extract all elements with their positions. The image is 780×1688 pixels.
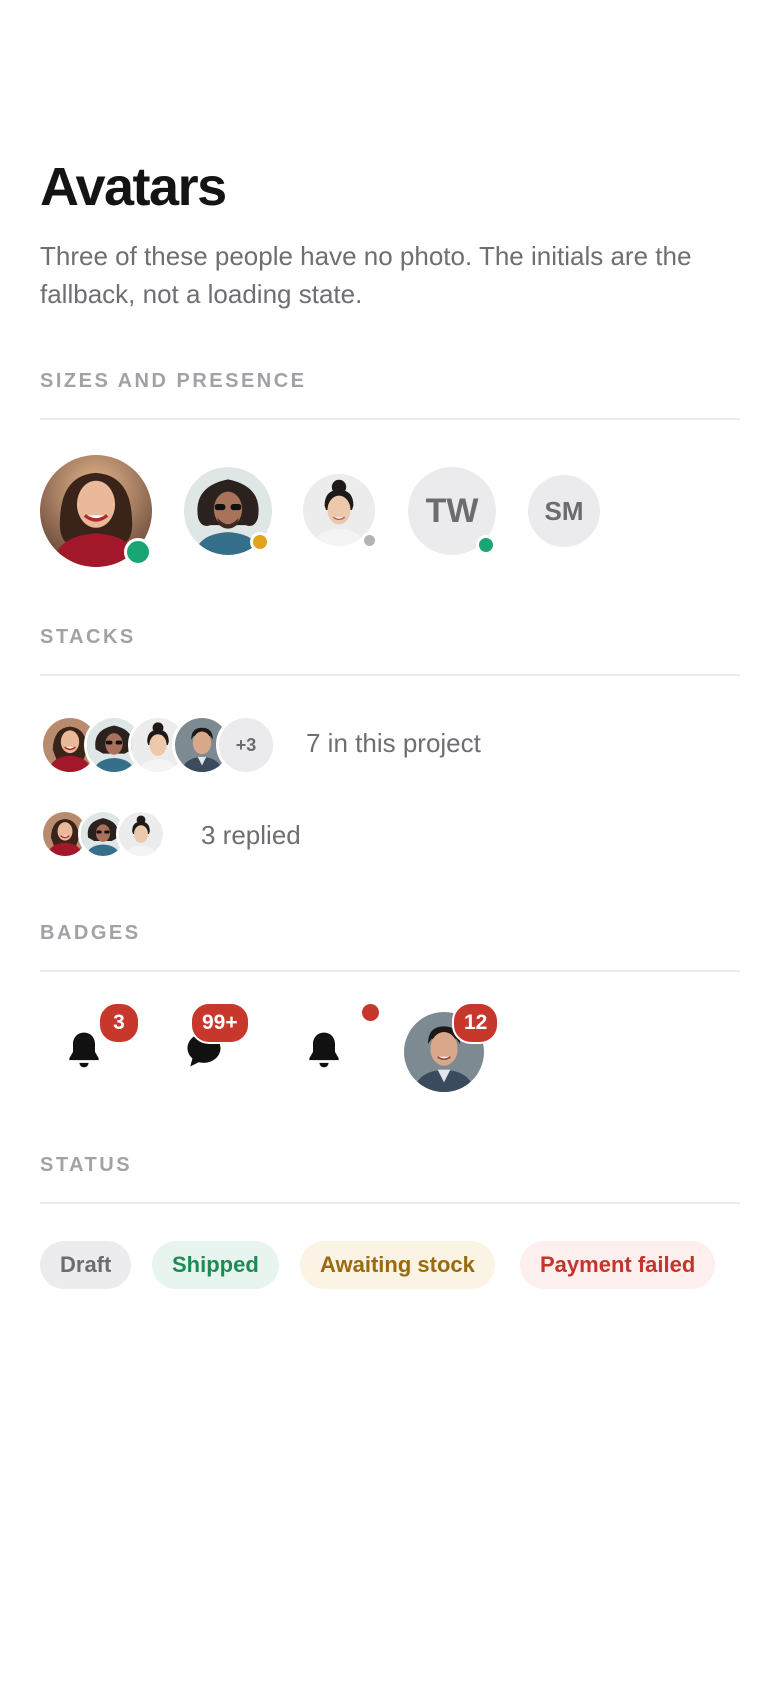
stack-label: 3 replied <box>201 820 301 850</box>
count-badge: 3 <box>98 1002 140 1044</box>
avatar-with-badge[interactable]: 12 <box>404 1002 500 1092</box>
notification-bell[interactable]: 3 <box>62 1002 140 1072</box>
section-label-sizes: SIZES AND PRESENCE <box>40 370 307 392</box>
stack-avatar <box>116 809 166 859</box>
page: Avatars Three of these people have no ph… <box>0 0 780 1688</box>
bell-icon <box>69 1032 99 1068</box>
section-divider <box>40 674 740 676</box>
notification-messages[interactable]: 99+ <box>182 1002 250 1072</box>
presence-dot-away <box>250 532 270 552</box>
stack-overflow-count[interactable]: +3 <box>216 715 276 775</box>
status-pill-payment-failed: Payment failed <box>520 1241 716 1289</box>
presence-dot-online <box>124 538 152 566</box>
count-badge: 99+ <box>190 1002 250 1044</box>
dot-badge <box>362 1004 379 1021</box>
status-pill-awaiting-stock: Awaiting stock <box>300 1241 495 1289</box>
status-pill-draft: Draft <box>40 1241 132 1289</box>
presence-dot-online <box>476 535 496 555</box>
page-title: Avatars <box>40 157 227 217</box>
page-intro: Three of these people have no photo. The… <box>40 241 692 309</box>
bell-icon <box>309 1032 339 1068</box>
count-badge: 12 <box>452 1002 500 1044</box>
section-divider <box>40 970 740 972</box>
status-pill-shipped: Shipped <box>152 1241 279 1289</box>
section-divider <box>40 1202 740 1204</box>
stack-label: 7 in this project <box>306 728 481 758</box>
notification-bell-dot[interactable] <box>302 1004 379 1072</box>
section-label-stacks: STACKS <box>40 626 136 648</box>
presence-dot-offline <box>361 532 378 549</box>
section-label-badges: BADGES <box>40 922 141 944</box>
section-label-status: STATUS <box>40 1154 133 1176</box>
avatar-initials-md[interactable]: SM <box>528 475 600 547</box>
section-divider <box>40 418 740 420</box>
